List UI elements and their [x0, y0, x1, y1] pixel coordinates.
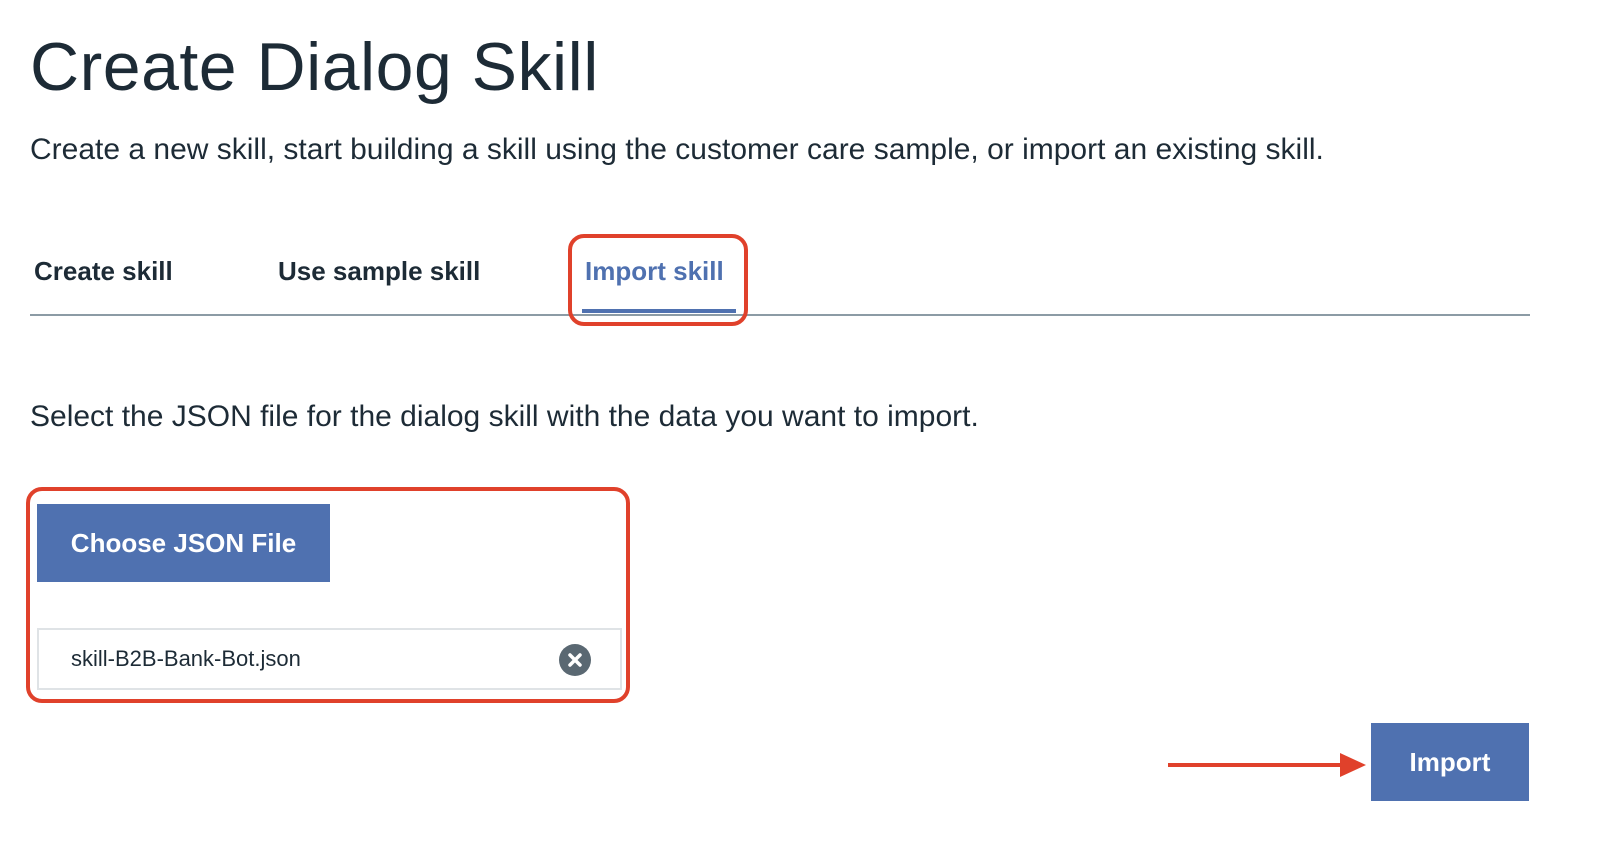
- skill-tabs: Create skill Use sample skill Import ski…: [30, 238, 1530, 316]
- tab-use-sample-skill[interactable]: Use sample skill: [278, 256, 480, 287]
- selected-file-name: skill-B2B-Bank-Bot.json: [71, 646, 301, 671]
- tab-highlight-annotation: [568, 234, 748, 326]
- choose-json-file-button[interactable]: Choose JSON File: [37, 504, 330, 582]
- selected-file-field: skill-B2B-Bank-Bot.json: [37, 628, 622, 690]
- arrow-right-icon: [1168, 753, 1366, 777]
- page-subtitle: Create a new skill, start building a ski…: [30, 133, 1324, 166]
- import-instruction: Select the JSON file for the dialog skil…: [30, 400, 979, 433]
- page-title: Create Dialog Skill: [30, 29, 599, 105]
- import-button[interactable]: Import: [1371, 723, 1529, 801]
- tab-create-skill[interactable]: Create skill: [34, 256, 173, 287]
- create-dialog-skill-page: Create Dialog Skill Create a new skill, …: [0, 0, 1606, 858]
- close-circle-icon[interactable]: [559, 644, 591, 676]
